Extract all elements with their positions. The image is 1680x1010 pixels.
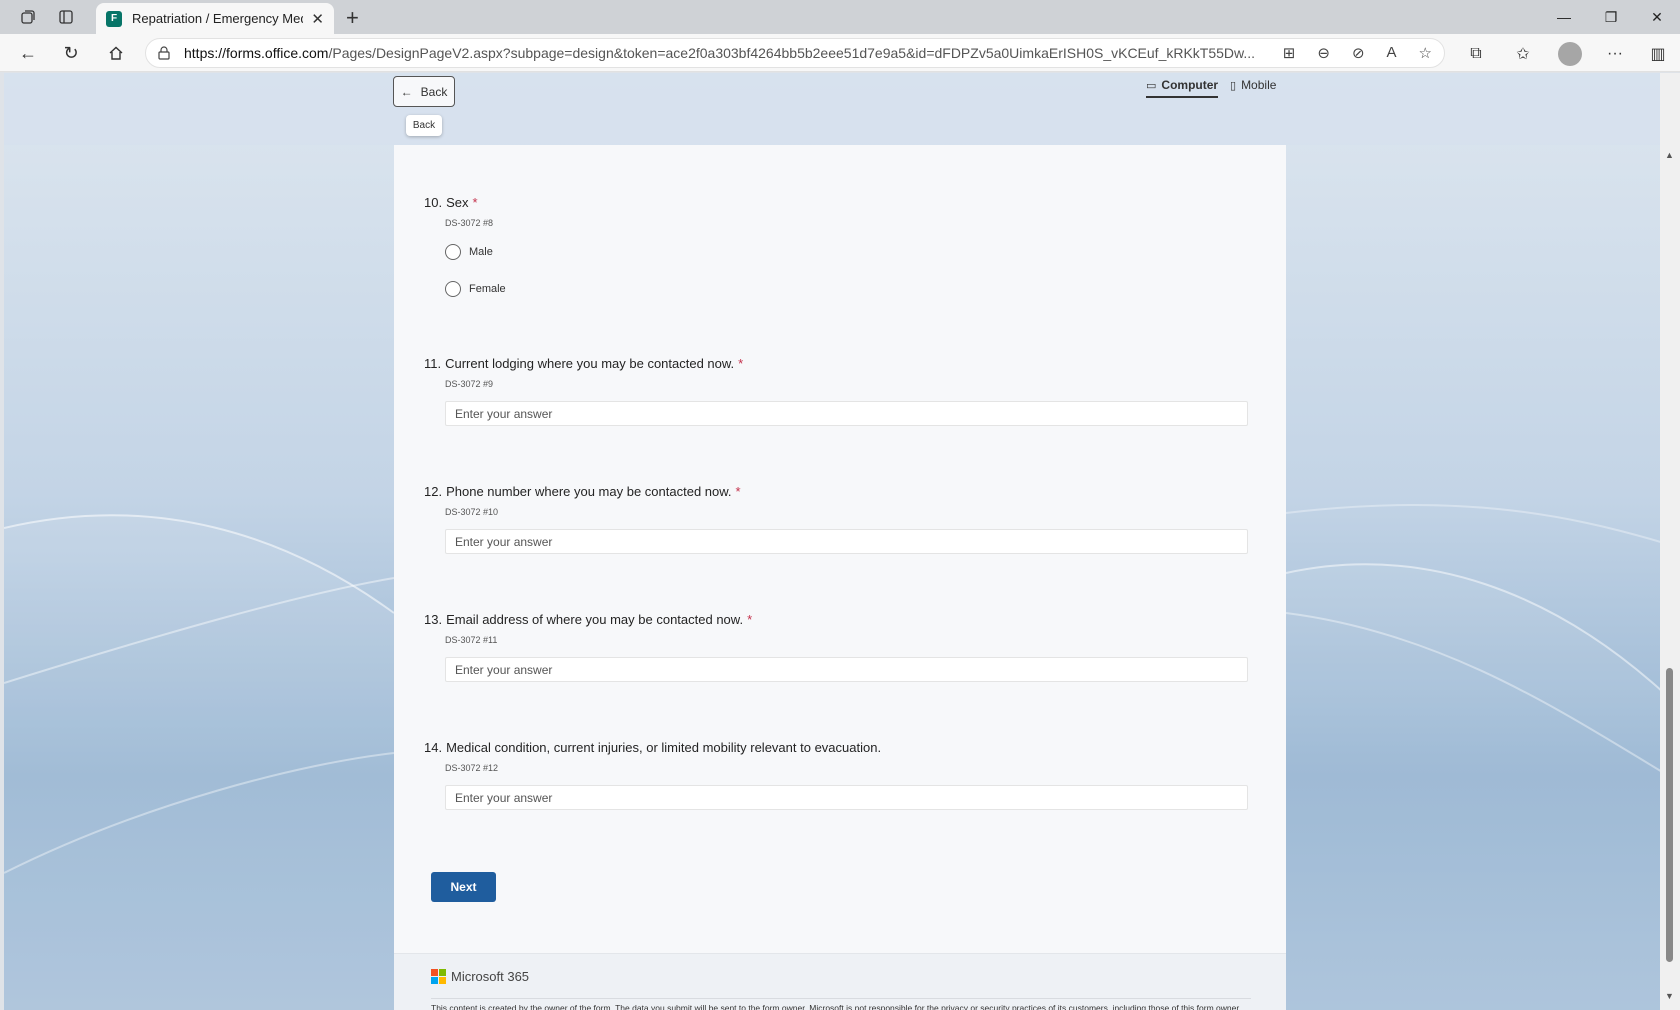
question-current-lodging: 11. Current lodging where you may be con… bbox=[424, 356, 1248, 426]
favorite-star-icon[interactable]: ☆ bbox=[1419, 44, 1432, 62]
question-subtitle: DS-3072 #11 bbox=[445, 635, 498, 645]
mobile-view-label: Mobile bbox=[1241, 78, 1277, 92]
question-medical-condition: 14. Medical condition, current injuries,… bbox=[424, 740, 1248, 810]
form-card: 10. Sex * DS-3072 #8 Male Female 11. Cur… bbox=[394, 145, 1286, 1010]
back-tooltip: Back bbox=[406, 115, 442, 136]
question-sex: 10. Sex * DS-3072 #8 Male Female bbox=[424, 195, 1244, 299]
workspaces-icon[interactable] bbox=[18, 7, 38, 27]
question-subtitle: DS-3072 #9 bbox=[445, 379, 494, 389]
question-email-address: 13. Email address of where you may be co… bbox=[424, 612, 1248, 682]
forms-favicon-icon: F bbox=[106, 10, 122, 27]
tab-title: Repatriation / Emergency Medical bbox=[132, 11, 303, 26]
next-button[interactable]: Next bbox=[431, 872, 496, 902]
tab-mobile-view[interactable]: ▯ Mobile bbox=[1230, 78, 1276, 96]
required-marker: * bbox=[738, 356, 744, 371]
tracking-prevention-icon[interactable]: ⊘ bbox=[1352, 44, 1365, 62]
app-available-icon[interactable]: ⊞ bbox=[1283, 44, 1296, 62]
scroll-down-icon[interactable]: ▼ bbox=[1665, 991, 1674, 1001]
question-subtitle: DS-3072 #10 bbox=[445, 507, 499, 517]
address-bar[interactable]: https://forms.office.com/Pages/DesignPag… bbox=[145, 38, 1445, 68]
back-arrow-icon[interactable]: ← bbox=[16, 41, 40, 65]
profile-avatar[interactable] bbox=[1558, 42, 1582, 66]
window-close-icon[interactable]: ✕ bbox=[1642, 6, 1672, 28]
tab-actions-icon[interactable] bbox=[56, 7, 76, 27]
mobile-icon: ▯ bbox=[1230, 79, 1237, 92]
more-options-icon[interactable]: ··· bbox=[1603, 42, 1627, 66]
back-button-label: Back bbox=[420, 84, 448, 99]
question-title: 12. Phone number where you may be contac… bbox=[424, 484, 741, 499]
form-footer: Microsoft 365 This content is created by… bbox=[394, 953, 1286, 1010]
refresh-icon[interactable]: ↻ bbox=[59, 41, 83, 65]
radio-button[interactable] bbox=[445, 281, 461, 297]
question-title: 11. Current lodging where you may be con… bbox=[424, 356, 744, 371]
option-female[interactable]: Female bbox=[445, 279, 1244, 299]
footer-disclaimer: This content is created by the owner of … bbox=[431, 1003, 1242, 1010]
new-tab-icon[interactable]: + bbox=[346, 5, 359, 31]
microsoft-logo-icon bbox=[431, 969, 446, 984]
brand-name: Microsoft 365 bbox=[451, 969, 530, 984]
url-text: https://forms.office.com/Pages/DesignPag… bbox=[184, 45, 1256, 61]
arrow-left-icon: ← bbox=[400, 84, 413, 99]
browser-toolbar: ← ↻ https://forms.office.com/Pages/Desig… bbox=[0, 34, 1680, 72]
browser-tab-active[interactable]: F Repatriation / Emergency Medical ✕ bbox=[96, 3, 334, 34]
question-subtitle: DS-3072 #12 bbox=[445, 763, 499, 773]
home-icon[interactable] bbox=[104, 41, 128, 65]
required-marker: * bbox=[747, 612, 753, 627]
tab-computer-view[interactable]: ▭ Computer bbox=[1146, 78, 1219, 98]
question-phone-number: 12. Phone number where you may be contac… bbox=[424, 484, 1248, 554]
question-title: 13. Email address of where you may be co… bbox=[424, 612, 753, 627]
scroll-up-icon[interactable]: ▲ bbox=[1665, 150, 1674, 160]
question-title: 14. Medical condition, current injuries,… bbox=[424, 740, 882, 755]
form-preview-header bbox=[4, 73, 1664, 145]
page-background: ← Back Back ▭ Computer ▯ Mobile 10. Sex … bbox=[4, 73, 1664, 1010]
option-male[interactable]: Male bbox=[445, 242, 1244, 262]
lock-icon bbox=[158, 46, 170, 60]
scrollbar-thumb[interactable] bbox=[1666, 668, 1673, 962]
minimize-icon[interactable]: — bbox=[1549, 6, 1579, 28]
favorites-icon[interactable]: ✩ bbox=[1511, 42, 1535, 66]
zoom-out-icon[interactable]: ⊖ bbox=[1317, 44, 1330, 62]
back-button[interactable]: ← Back bbox=[393, 76, 455, 107]
browser-titlebar: F Repatriation / Emergency Medical ✕ + —… bbox=[0, 0, 1680, 34]
email-answer-input[interactable]: Enter your answer bbox=[445, 657, 1248, 682]
tab-close-icon[interactable]: ✕ bbox=[311, 10, 324, 28]
footer-divider bbox=[431, 998, 1251, 999]
restore-icon[interactable]: ❐ bbox=[1596, 6, 1626, 28]
read-aloud-icon[interactable]: A bbox=[1387, 44, 1397, 62]
question-subtitle: DS-3072 #8 bbox=[445, 218, 494, 228]
phone-answer-input[interactable]: Enter your answer bbox=[445, 529, 1248, 554]
extensions-icon[interactable]: ⧉ bbox=[1464, 42, 1488, 66]
required-marker: * bbox=[735, 484, 741, 499]
page-scrollbar[interactable]: ▲ ▼ bbox=[1660, 73, 1680, 1010]
question-title: 10. Sex * bbox=[424, 195, 478, 210]
microsoft-365-logo: Microsoft 365 bbox=[431, 969, 529, 984]
lodging-answer-input[interactable]: Enter your answer bbox=[445, 401, 1248, 426]
sidebar-icon[interactable]: ▥ bbox=[1646, 42, 1670, 66]
required-marker: * bbox=[472, 195, 478, 210]
radio-button[interactable] bbox=[445, 244, 461, 260]
computer-view-label: Computer bbox=[1161, 78, 1219, 92]
computer-icon: ▭ bbox=[1146, 79, 1157, 92]
medical-answer-input[interactable]: Enter your answer bbox=[445, 785, 1248, 810]
